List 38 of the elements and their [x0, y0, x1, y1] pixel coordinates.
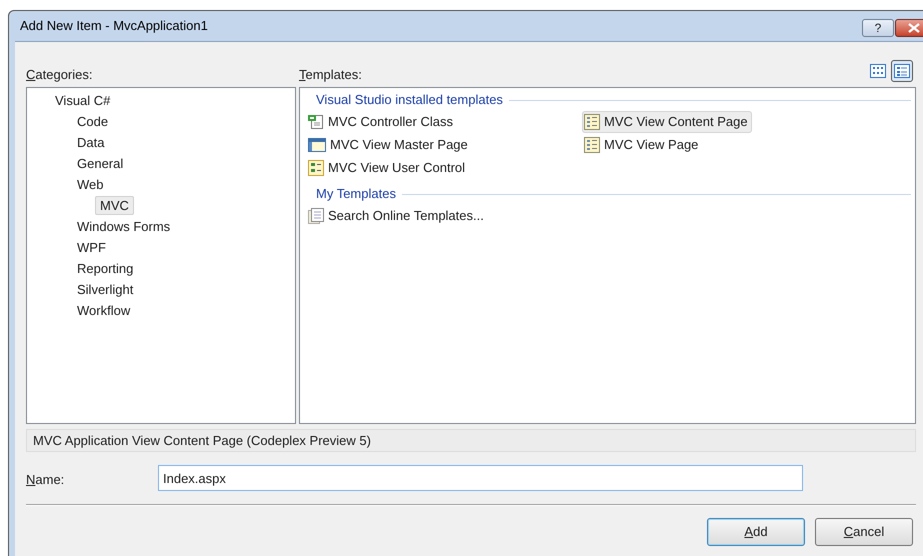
- tree-item[interactable]: Workflow: [77, 301, 130, 320]
- list-view-icon: [894, 64, 910, 78]
- tree-item[interactable]: Windows Forms: [77, 217, 170, 236]
- dialog-button[interactable]: Add: [707, 518, 805, 546]
- tree-item[interactable]: General: [77, 154, 124, 173]
- code-file-icon: [308, 114, 324, 130]
- form-control-icon: [308, 160, 324, 176]
- name-input[interactable]: Index.aspx: [158, 465, 803, 491]
- tree-item[interactable]: Data: [77, 133, 104, 152]
- window-title: Add New Item - MvcApplication1: [20, 17, 208, 36]
- name-label: Name:: [26, 471, 64, 489]
- grid-view-icon: [870, 64, 886, 78]
- help-button[interactable]: ?: [862, 19, 894, 37]
- group-header: Visual Studio installed templates: [316, 91, 503, 110]
- dialog-button[interactable]: Cancel: [815, 518, 913, 546]
- categories-label: Categories:: [26, 66, 92, 84]
- window-page-icon: [308, 137, 326, 153]
- tree-item[interactable]: Code: [77, 112, 108, 131]
- tree-item[interactable]: Web: [77, 175, 104, 194]
- tree-item[interactable]: Visual C#: [55, 91, 110, 110]
- tree-item[interactable]: WPF: [77, 238, 106, 257]
- tree-item[interactable]: Silverlight: [77, 280, 134, 299]
- document-icon: [308, 208, 324, 224]
- template-item[interactable]: MVC View Content Page: [582, 111, 752, 133]
- template-item[interactable]: MVC View Master Page: [306, 134, 472, 156]
- template-item[interactable]: MVC Controller Class: [306, 111, 457, 133]
- template-item[interactable]: Search Online Templates...: [306, 205, 488, 227]
- templates-label: Templates:: [299, 66, 362, 84]
- template-item[interactable]: MVC View Page: [582, 134, 702, 156]
- template-item[interactable]: MVC View User Control: [306, 157, 470, 179]
- page-icon: [584, 114, 600, 130]
- group-header: My Templates: [316, 185, 396, 204]
- tree-item[interactable]: MVC: [95, 196, 134, 215]
- close-icon: [908, 23, 920, 33]
- tree-item[interactable]: Reporting: [77, 259, 134, 278]
- page-icon: [584, 137, 600, 153]
- view-mode-button[interactable]: [891, 60, 913, 82]
- description-bar: MVC Application View Content Page (Codeplex Preview 5): [26, 429, 916, 452]
